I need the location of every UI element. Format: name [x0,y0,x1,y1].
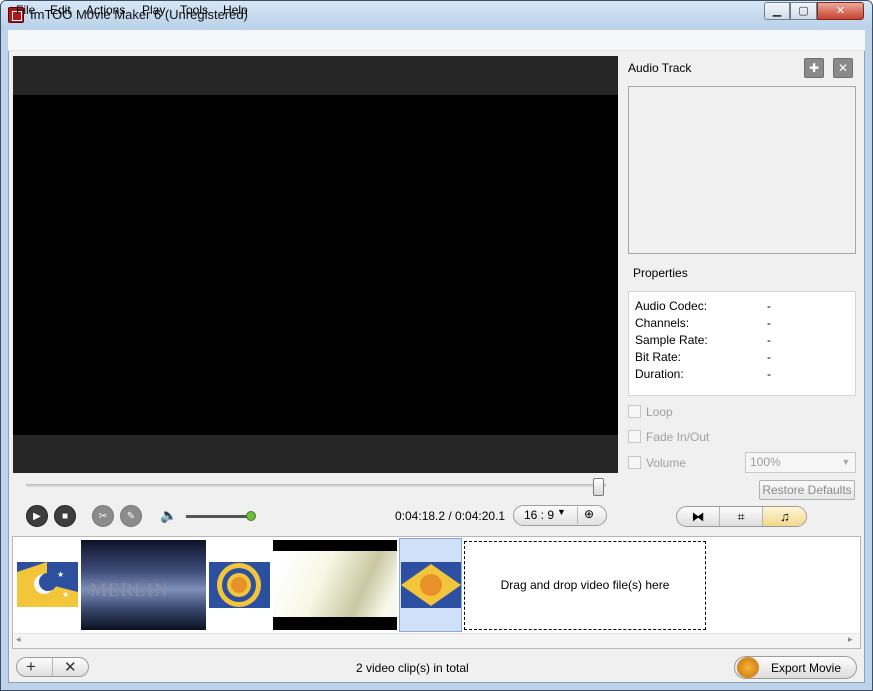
menu-tools[interactable]: Tools [180,3,208,17]
divider [577,507,578,524]
letterbox-bottom [13,435,618,473]
audio-track-list[interactable] [628,86,856,254]
time-readout: 0:04:18.2 / 0:04:20.1 [395,509,506,523]
close-window-button[interactable]: ✕ [817,2,864,20]
volume-icon[interactable]: 🔈 [160,507,177,524]
prop-duration-label: Duration: [635,367,684,381]
seek-bar[interactable] [26,484,606,487]
restore-defaults-button[interactable]: Restore Defaults [759,480,855,500]
transition-circles-icon [209,562,270,608]
transition-diamond-icon [401,562,461,608]
menu-play[interactable]: Play [142,3,165,17]
prop-channels-value: - [767,316,771,330]
video-preview[interactable] [13,56,618,473]
play-button[interactable]: ▶ [26,505,48,527]
prop-sample-rate-value: - [767,333,771,347]
transition-moon-icon: ★ ★ [17,562,78,607]
volume-checkbox[interactable] [628,456,641,469]
remove-audio-icon[interactable]: ✕ [833,58,853,78]
prop-audio-codec-label: Audio Codec: [635,299,708,313]
transition-thumbnail[interactable]: ★ ★ [17,562,78,607]
svg-text:★: ★ [62,590,69,599]
prop-audio-codec-value: - [767,299,771,313]
transition-thumbnail[interactable] [209,562,270,608]
fade-checkbox[interactable] [628,430,641,443]
prop-sample-rate-label: Sample Rate: [635,333,708,347]
properties-title: Properties [633,266,688,280]
status-text: 2 video clip(s) in total [356,661,469,675]
prop-bit-rate-value: - [767,350,771,364]
seek-handle[interactable] [593,478,604,496]
split-clip-icon[interactable]: ✂ [92,505,114,527]
volume-label: Volume [646,456,687,470]
menu-bar [8,30,865,51]
menu-help[interactable]: Help [223,3,248,17]
loop-label: Loop [646,405,673,419]
chevron-down-icon[interactable]: ▼ [837,453,855,472]
aspect-ratio-value: 16 : 9 [524,508,555,522]
prop-channels-label: Channels: [635,316,690,330]
loop-checkbox[interactable] [628,405,641,418]
divider [52,658,53,676]
chevron-down-icon[interactable]: ▼ [557,507,566,517]
volume-slider[interactable] [186,515,250,518]
volume-slider-handle[interactable] [246,511,256,521]
music-view-icon[interactable]: ♫ [763,507,806,526]
drop-zone-text: Drag and drop video file(s) here [500,578,670,592]
fade-label: Fade In/Out [646,430,710,444]
add-audio-icon[interactable]: ✚ [804,58,824,78]
view-toggle-group: ⧓ ⌗ ♫ [676,506,807,527]
audio-track-title: Audio Track [628,61,692,75]
scroll-left-icon[interactable]: ◂ [16,634,21,645]
menu-file[interactable]: File [16,3,35,17]
clip-title-text: MERLIN [90,580,169,601]
add-clip-button[interactable]: + [26,657,36,677]
minimize-button[interactable]: ▁ [764,2,790,20]
menu-actions[interactable]: Actions [86,3,125,17]
crop-view-icon[interactable]: ⌗ [720,507,763,526]
svg-text:★: ★ [57,570,64,579]
remove-clip-button[interactable]: ✕ [64,658,77,676]
fit-screen-icon[interactable]: ⊕ [584,507,594,521]
transition-thumbnail[interactable] [401,562,461,608]
edit-clip-icon[interactable]: ✎ [120,505,142,527]
maximize-button[interactable]: ▢ [790,2,817,20]
stop-button[interactable]: ■ [54,505,76,527]
menu-edit[interactable]: Edit [50,3,71,17]
prop-duration-value: - [767,367,771,381]
transition-view-icon[interactable]: ⧓ [677,507,720,526]
letterbox-top [13,56,618,95]
film-reel-icon [737,657,759,678]
prop-bit-rate-label: Bit Rate: [635,350,682,364]
scroll-right-icon[interactable]: ▸ [848,634,853,645]
video-frame-image [273,551,397,617]
export-movie-label: Export Movie [771,661,842,675]
timeline-scrollbar[interactable] [13,633,860,648]
